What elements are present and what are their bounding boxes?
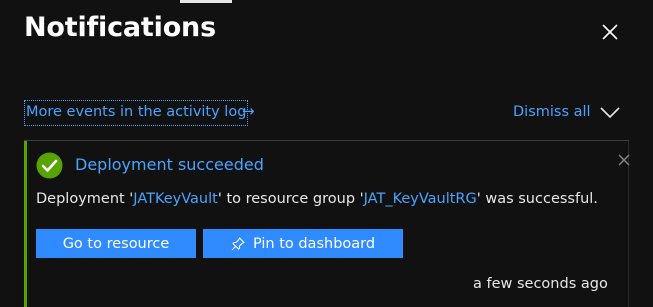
notification-timestamp: a few seconds ago bbox=[473, 276, 608, 292]
button-label: Go to resource bbox=[62, 235, 170, 252]
resource-link[interactable]: JATKeyVault bbox=[133, 191, 218, 207]
check-circle-icon bbox=[36, 152, 63, 179]
dismiss-icon bbox=[618, 154, 630, 166]
arrow-right-icon: → bbox=[242, 102, 255, 120]
close-button[interactable] bbox=[600, 22, 620, 42]
chevron-down-icon bbox=[600, 107, 620, 119]
page-title: Notifications bbox=[24, 12, 216, 43]
dismiss-notification-button[interactable] bbox=[617, 152, 631, 166]
pin-icon bbox=[231, 236, 245, 250]
close-icon bbox=[602, 24, 618, 40]
notification-title[interactable]: Deployment succeeded bbox=[75, 155, 264, 174]
activity-log-link[interactable]: More events in the activity log bbox=[24, 100, 249, 126]
collapse-button[interactable] bbox=[598, 104, 622, 120]
dismiss-all-button[interactable]: Dismiss all bbox=[513, 104, 591, 120]
message-text: ' was successful. bbox=[476, 191, 598, 207]
pin-to-dashboard-button[interactable]: Pin to dashboard bbox=[203, 229, 403, 258]
go-to-resource-button[interactable]: Go to resource bbox=[36, 229, 196, 258]
message-text: Deployment ' bbox=[36, 191, 134, 207]
top-indicator-bar bbox=[180, 0, 232, 3]
message-text: ' to resource group ' bbox=[217, 191, 364, 207]
button-label: Pin to dashboard bbox=[252, 235, 376, 252]
resource-group-link[interactable]: JAT_KeyVaultRG bbox=[364, 191, 477, 207]
notification-message: Deployment 'JATKeyVault' to resource gro… bbox=[36, 191, 598, 207]
